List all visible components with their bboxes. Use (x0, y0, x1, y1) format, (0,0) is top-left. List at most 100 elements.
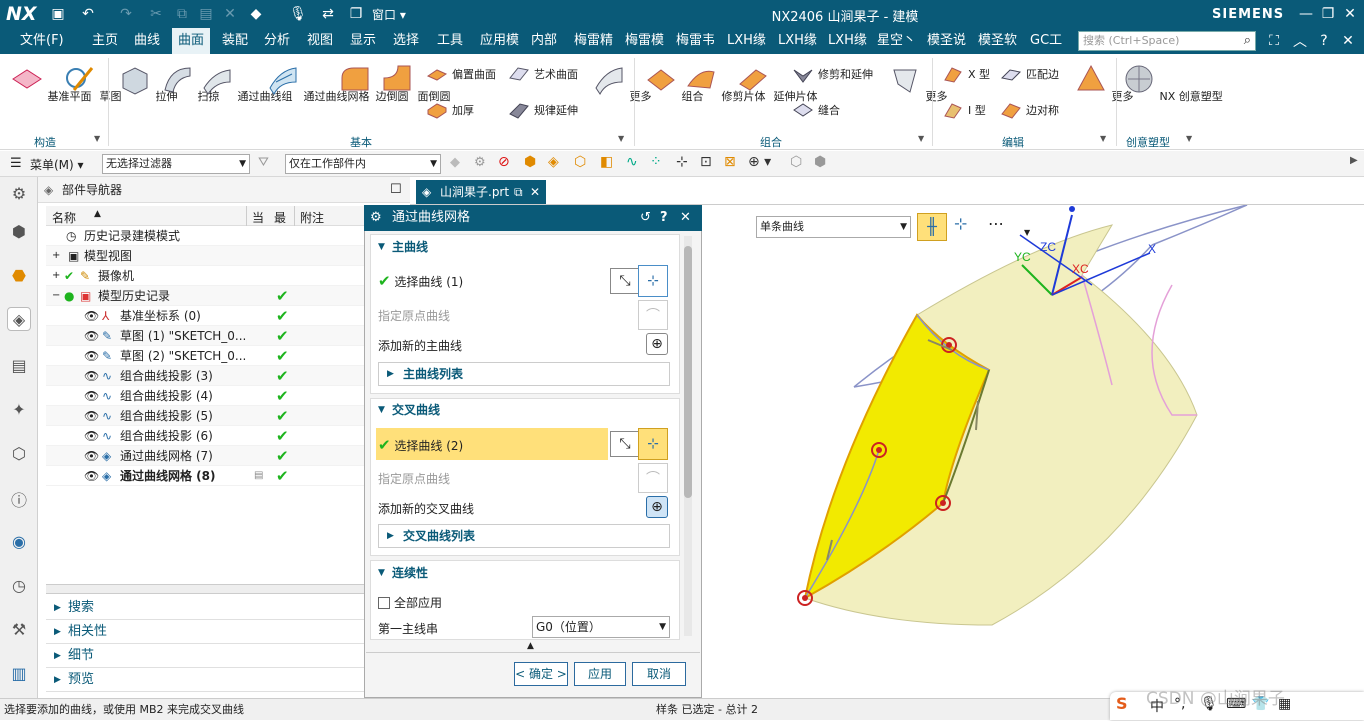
reverse-direction-button[interactable]: ⤡ (610, 431, 640, 457)
menu-plugin-5[interactable]: LXH缘 (778, 28, 817, 54)
navigator-section-preview[interactable]: ▶ 预览 (46, 668, 364, 692)
view-cube-icon[interactable]: ⬡ (790, 154, 802, 170)
menu-view[interactable]: 视图 (307, 28, 333, 54)
tree-row[interactable]: 👁 ✎ 草图 (2) "SKETCH_0... ✔ (46, 346, 364, 366)
tree-row[interactable]: 👁 ✎ 草图 (1) "SKETCH_0... ✔ (46, 326, 364, 346)
tab-part-file[interactable]: ◈ 山涧果子.prt ⧉ ✕ (416, 180, 546, 204)
tools-icon[interactable]: ⚒ (7, 617, 31, 641)
curve-select-button[interactable]: ⊹ (638, 428, 668, 460)
menu-select[interactable]: 选择 (393, 28, 419, 54)
law-extension-button[interactable]: 规律延伸 (508, 100, 578, 120)
tree-row[interactable]: ◷ 历史记录建模模式 (46, 226, 364, 246)
group-build-expand-icon[interactable]: ▼ (94, 134, 100, 143)
visibility-eye-icon[interactable]: 👁 (84, 446, 99, 466)
tree-row[interactable]: 👁 ⅄ 基准坐标系 (0) ✔ (46, 306, 364, 326)
navigator-section-details[interactable]: ▶ 细节 (46, 644, 364, 668)
menu-curve[interactable]: 曲线 (134, 28, 160, 54)
dialog-gear-icon[interactable]: ⚙ (370, 205, 382, 231)
group-edit-expand-icon[interactable]: ▼ (1100, 134, 1106, 143)
sheet-body-icon[interactable]: ◈ (548, 154, 559, 170)
tree-row[interactable]: 👁 ∿ 组合曲线投影 (3) ✔ (46, 366, 364, 386)
curve-icon[interactable]: ∿ (626, 154, 638, 170)
primary-curves-header[interactable]: ▼ 主曲线 (372, 236, 678, 258)
cross-curve-list-toggle[interactable]: ▶ 交叉曲线列表 (378, 524, 670, 548)
tree-row-current[interactable]: 👁 ◈ 通过曲线网格 (8) ▤ ✔ (46, 466, 364, 486)
menu-plugin-2[interactable]: 梅雷模 (625, 28, 664, 54)
menu-analysis[interactable]: 分析 (264, 28, 290, 54)
column-notes[interactable]: 附注 (300, 209, 324, 226)
globe-icon[interactable]: ◉ (7, 529, 31, 553)
origin-curve-button[interactable]: ⌒ (638, 300, 668, 330)
visibility-eye-icon[interactable]: 👁 (84, 346, 99, 366)
filter-icon[interactable]: ⛛ (258, 155, 269, 170)
curve-select-button[interactable]: ⊹ (638, 265, 668, 297)
studio-surface-button[interactable]: 艺术曲面 (508, 64, 578, 84)
stop-at-intersection-icon[interactable]: ╫ (917, 213, 947, 241)
menu-internal[interactable]: 内部 (531, 28, 557, 54)
menu-plugin-7[interactable]: 星空丶 (877, 28, 916, 54)
ime-logo-icon[interactable]: S (1116, 694, 1128, 713)
sew-button[interactable]: 缝合 (792, 100, 840, 120)
first-primary-continuity-select[interactable]: G0（位置） ▼ (532, 616, 670, 638)
menu-application[interactable]: 应用模 (480, 28, 519, 54)
edge-symmetry-button[interactable]: 边对称 (1000, 100, 1059, 120)
visibility-eye-icon[interactable]: 👁 (84, 386, 99, 406)
sweep-button[interactable]: 扫掠 (160, 62, 220, 104)
constraint-navigator-icon[interactable]: ⬣ (7, 263, 31, 287)
navigator-section-search[interactable]: ▶ 搜索 (46, 596, 364, 620)
trim-sheet-button[interactable]: 修剪片体 (684, 62, 766, 104)
collapse-ribbon-icon[interactable]: ︿ (1290, 31, 1310, 51)
through-curve-mesh-button[interactable]: 通过曲线网格 (266, 62, 370, 104)
info-icon[interactable]: ⓘ (7, 487, 31, 511)
fullscreen-icon[interactable]: ⛶ (1264, 31, 1284, 51)
menu-tools[interactable]: 工具 (437, 28, 463, 54)
window-icon[interactable]: ❐ (346, 4, 366, 24)
chevron-down-icon[interactable]: ▼ (1024, 228, 1030, 237)
face-blend-button[interactable]: 面倒圆 (380, 62, 451, 104)
menu-plugin-9[interactable]: 模圣软 (978, 28, 1017, 54)
tree-row[interactable]: 👁 ∿ 组合曲线投影 (6) ✔ (46, 426, 364, 446)
i-form-button[interactable]: I 型 (942, 100, 986, 120)
snap-mid-icon[interactable]: ⊠ (724, 154, 736, 170)
reset-icon[interactable]: ↺ (640, 205, 651, 231)
sketch-button[interactable]: 草图 (62, 62, 122, 104)
menu-plugin-1[interactable]: 梅雷精 (574, 28, 613, 54)
ok-button[interactable]: < 确定 > (514, 662, 568, 686)
help-icon[interactable]: ? (660, 205, 668, 231)
datum-plane-button[interactable]: 基准平面 (10, 62, 92, 104)
restore-icon[interactable]: ❐ (1318, 4, 1338, 24)
visibility-eye-icon[interactable]: 👁 (84, 406, 99, 426)
primary-select-curve-row[interactable]: ✔ 选择曲线 (1) (378, 272, 463, 290)
graphics-viewport[interactable]: YC ZC XC X (702, 205, 1364, 698)
minimize-icon[interactable]: — (1296, 4, 1316, 24)
copy-icon[interactable]: ⧉ (172, 4, 192, 24)
apply-all-checkbox[interactable] (378, 596, 390, 609)
continuity-header[interactable]: ▼ 连续性 (372, 562, 678, 584)
edge-icon[interactable]: ◧ (600, 154, 613, 170)
origin-curve-button[interactable]: ⌒ (638, 463, 668, 493)
group-basic-expand-icon[interactable]: ▼ (618, 134, 624, 143)
main-menu-button[interactable]: 菜单(M) ▾ (30, 156, 84, 173)
cut-icon[interactable]: ✂ (146, 4, 166, 24)
cancel-button[interactable]: 取消 (632, 662, 686, 686)
role-icon[interactable]: ▥ (7, 661, 31, 685)
tree-row[interactable]: − ● ▣ 模型历史记录 ✔ (46, 286, 364, 306)
column-name[interactable]: 名称 (52, 209, 76, 226)
microphone-icon[interactable]: 🎙 (288, 4, 308, 24)
save-icon[interactable]: ▣ (48, 4, 68, 24)
group-combine-expand-icon[interactable]: ▼ (918, 134, 924, 143)
menu-home[interactable]: 主页 (92, 28, 118, 54)
assembly-navigator-icon[interactable]: ⬢ (7, 219, 31, 243)
visibility-eye-icon[interactable]: 👁 (84, 366, 99, 386)
window-menu[interactable]: 窗口 ▾ (372, 6, 406, 23)
undo-icon[interactable]: ↶ (78, 4, 98, 24)
tree-row[interactable]: + ▣ 模型视图 (46, 246, 364, 266)
group-creative-expand-icon[interactable]: ▼ (1186, 134, 1192, 143)
nx-creative-modeling-button[interactable]: NX 创意塑型 (1122, 62, 1223, 104)
menu-file[interactable]: 文件(F) (20, 28, 64, 54)
thicken-button[interactable]: 加厚 (426, 100, 474, 120)
x-form-button[interactable]: X 型 (942, 64, 990, 84)
switch-window-icon[interactable]: ⇄ (318, 4, 338, 24)
pin-tab-icon[interactable]: ⧉ (514, 180, 523, 204)
command-search-input[interactable]: 搜索 (Ctrl+Space) ⌕ (1078, 31, 1256, 51)
